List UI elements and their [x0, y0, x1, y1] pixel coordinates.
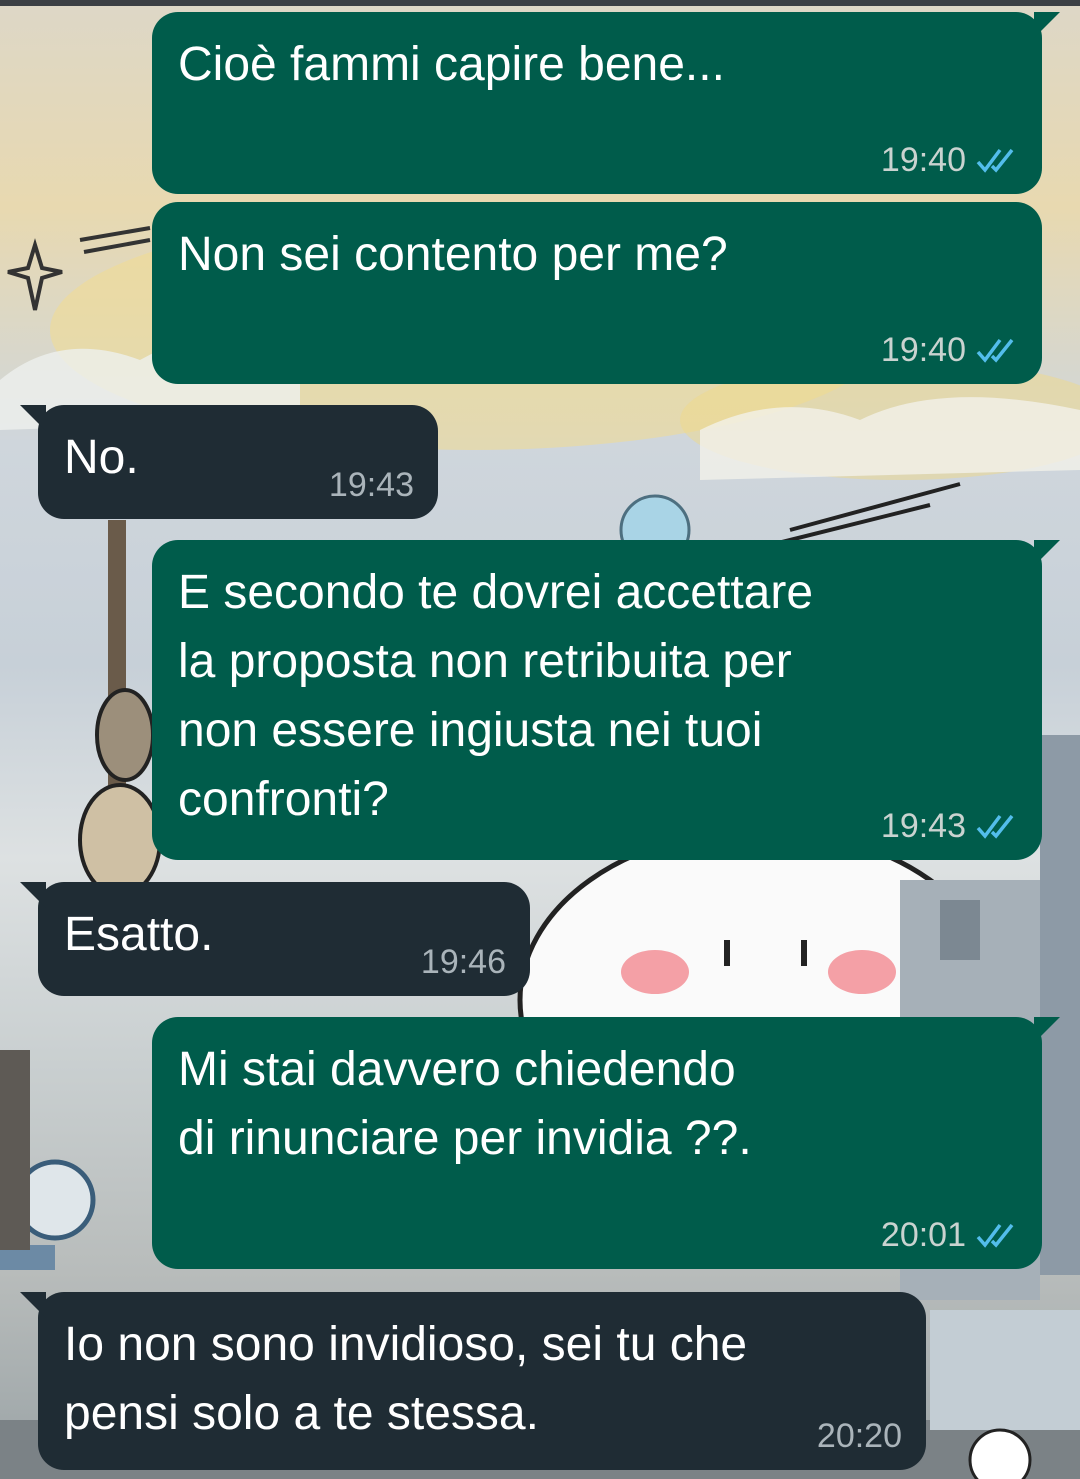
read-double-check-icon [976, 336, 1018, 364]
message-bubble-outgoing[interactable]: E secondo te dovrei accettare la propost… [152, 540, 1060, 860]
message-text: Io non sono invidioso, sei tu che pensi … [64, 1318, 748, 1440]
message-meta: 19:43 [881, 806, 1018, 846]
message-time: 19:40 [880, 141, 966, 179]
message-bubble-incoming[interactable]: Esatto. 19:46 [20, 882, 530, 996]
message-text: Mi stai davvero chiedendo di rinunciare … [178, 1043, 752, 1165]
message-meta: 19:43 [329, 465, 414, 505]
status-bar-edge [0, 0, 1080, 6]
message-bubble-outgoing[interactable]: Non sei contento per me? 19:40 [152, 202, 1042, 384]
message-time: 20:20 [816, 1417, 902, 1455]
message-time: 20:01 [880, 1216, 966, 1254]
message-text: E secondo te dovrei accettare la propost… [178, 566, 814, 826]
message-meta: 19:40 [881, 140, 1018, 180]
message-bubble-outgoing[interactable]: Mi stai davvero chiedendo di rinunciare … [152, 1017, 1060, 1269]
message-text: Non sei contento per me? [178, 228, 728, 281]
read-double-check-icon [976, 146, 1018, 174]
message-text: Cioè fammi capire bene... [178, 38, 725, 91]
read-double-check-icon [976, 812, 1018, 840]
message-bubble-incoming[interactable]: Io non sono invidioso, sei tu che pensi … [20, 1292, 926, 1470]
message-meta: 20:20 [817, 1416, 902, 1456]
message-time: 19:46 [420, 943, 506, 981]
message-time: 19:43 [328, 466, 414, 504]
message-time: 19:40 [880, 331, 966, 369]
message-bubble-incoming[interactable]: No. 19:43 [20, 405, 438, 519]
message-meta: 19:46 [421, 942, 506, 982]
message-bubble-outgoing[interactable]: Cioè fammi capire bene... 19:40 [152, 12, 1060, 194]
message-meta: 19:40 [881, 330, 1018, 370]
message-meta: 20:01 [881, 1215, 1018, 1255]
message-time: 19:43 [880, 807, 966, 845]
read-double-check-icon [976, 1221, 1018, 1249]
